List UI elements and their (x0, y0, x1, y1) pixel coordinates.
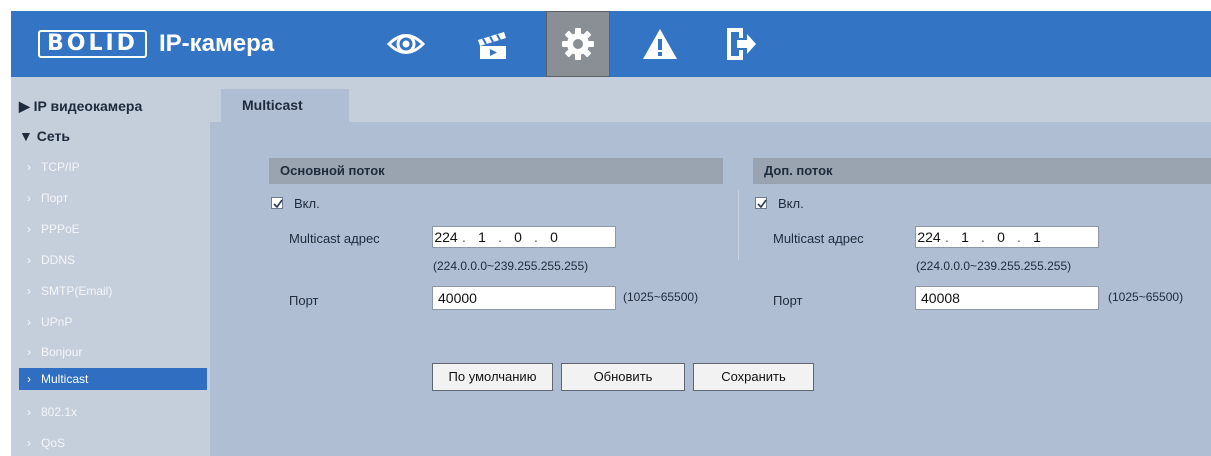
ip-octet[interactable]: 224 (433, 229, 459, 245)
sidebar-item-label: SMTP(Email) (41, 284, 113, 298)
sidebar-group-ip-camera[interactable]: ▶ IP видеокамера (19, 98, 142, 115)
sidebar-item-smtp[interactable]: › SMTP(Email) (19, 280, 207, 302)
refresh-button[interactable]: Обновить (561, 363, 685, 391)
section-divider (738, 190, 739, 260)
ip-octet[interactable]: 1 (1024, 229, 1050, 245)
checkmark-icon (757, 199, 767, 209)
sub-stream-enable-checkbox[interactable] (755, 197, 767, 209)
sub-stream-header: Доп. поток (753, 158, 1211, 184)
top-bar: BOLID IP-камера (11, 11, 1211, 77)
save-button[interactable]: Сохранить (693, 363, 814, 391)
alarm-warning-icon[interactable] (628, 11, 692, 77)
ip-octet[interactable]: 0 (988, 229, 1014, 245)
chevron-right-icon: › (27, 284, 31, 298)
sidebar-item-port[interactable]: › Порт (19, 187, 207, 209)
ip-octet[interactable]: 1 (469, 229, 495, 245)
sidebar-item-label: 802.1x (41, 405, 78, 419)
main-stream-header: Основной поток (269, 158, 723, 184)
settings-gear-icon[interactable] (546, 11, 610, 77)
ip-octet[interactable]: 0 (505, 229, 531, 245)
sub-stream-port-label: Порт (773, 293, 803, 308)
sidebar-group-network[interactable]: ▼ Сеть (19, 128, 70, 144)
tab-multicast[interactable]: Multicast (221, 89, 349, 122)
sidebar-item-label: UPnP (41, 315, 73, 329)
sidebar-item-multicast[interactable]: › Multicast (19, 368, 207, 390)
sidebar-item-pppoe[interactable]: › PPPoE (19, 218, 207, 240)
sub-stream-port-input[interactable]: 40008 (915, 286, 1099, 310)
main-stream-port-label: Порт (289, 293, 319, 308)
sidebar-item-label: DDNS (41, 253, 76, 267)
ip-octet[interactable]: 224 (916, 229, 942, 245)
logout-icon[interactable] (708, 11, 772, 77)
sub-stream-enable-label: Вкл. (778, 196, 804, 211)
sidebar-item-upnp[interactable]: › UPnP (19, 311, 207, 333)
checkmark-icon (273, 199, 283, 209)
sidebar-item-bonjour[interactable]: › Bonjour (19, 341, 207, 363)
chevron-right-icon: › (27, 191, 31, 205)
playback-clapperboard-icon[interactable] (460, 11, 524, 77)
sidebar-item-label: TCP/IP (41, 160, 80, 174)
logo: BOLID IP-камера (38, 30, 274, 58)
ip-octet[interactable]: 1 (952, 229, 978, 245)
main-stream-port-input[interactable]: 40000 (432, 286, 616, 310)
sidebar-item-ddns[interactable]: › DDNS (19, 249, 207, 271)
brand-logo: BOLID (38, 30, 147, 58)
sub-stream-multicast-address-input[interactable]: 224. 1. 0. 1 (915, 226, 1099, 248)
sidebar-item-label: Bonjour (41, 345, 83, 359)
sub-stream-port-hint: (1025~65500) (1108, 290, 1184, 304)
main-stream-port-hint: (1025~65500) (623, 290, 699, 304)
chevron-right-icon: › (27, 222, 31, 236)
main-stream-addr-label: Multicast адрес (289, 231, 380, 246)
chevron-right-icon: › (27, 345, 31, 359)
chevron-right-icon: › (27, 315, 31, 329)
chevron-right-icon: › (27, 436, 31, 450)
main-stream-enable-label: Вкл. (294, 196, 320, 211)
chevron-right-icon: › (27, 405, 31, 419)
sidebar-item-tcpip[interactable]: › TCP/IP (19, 156, 207, 178)
main-panel: Multicast Основной поток Вкл. Multicast … (210, 77, 1211, 456)
content-area: Основной поток Вкл. Multicast адрес 224.… (210, 122, 1211, 456)
sub-stream-addr-label: Multicast адрес (773, 231, 864, 246)
sidebar-item-8021x[interactable]: › 802.1x (19, 401, 207, 423)
live-view-eye-icon[interactable] (374, 11, 438, 77)
app-title: IP-камера (158, 30, 275, 57)
main-stream-multicast-address-input[interactable]: 224. 1. 0. 0 (432, 226, 616, 248)
sidebar: ▶ IP видеокамера ▼ Сеть › TCP/IP › Порт › P… (11, 77, 210, 456)
sidebar-item-label: Порт (41, 191, 69, 205)
chevron-right-icon: › (27, 160, 31, 174)
sidebar-item-label: PPPoE (41, 222, 80, 236)
main-stream-addr-hint: (224.0.0.0~239.255.255.255) (433, 259, 589, 273)
sidebar-item-qos[interactable]: › QoS (19, 432, 207, 454)
default-button[interactable]: По умолчанию (432, 363, 553, 391)
sidebar-item-label: QoS (41, 436, 66, 450)
chevron-right-icon: › (27, 372, 31, 386)
ip-octet[interactable]: 0 (541, 229, 567, 245)
main-stream-enable-checkbox[interactable] (271, 197, 283, 209)
chevron-right-icon: › (27, 253, 31, 267)
sub-stream-addr-hint: (224.0.0.0~239.255.255.255) (916, 259, 1072, 273)
sidebar-item-label: Multicast (41, 372, 89, 386)
